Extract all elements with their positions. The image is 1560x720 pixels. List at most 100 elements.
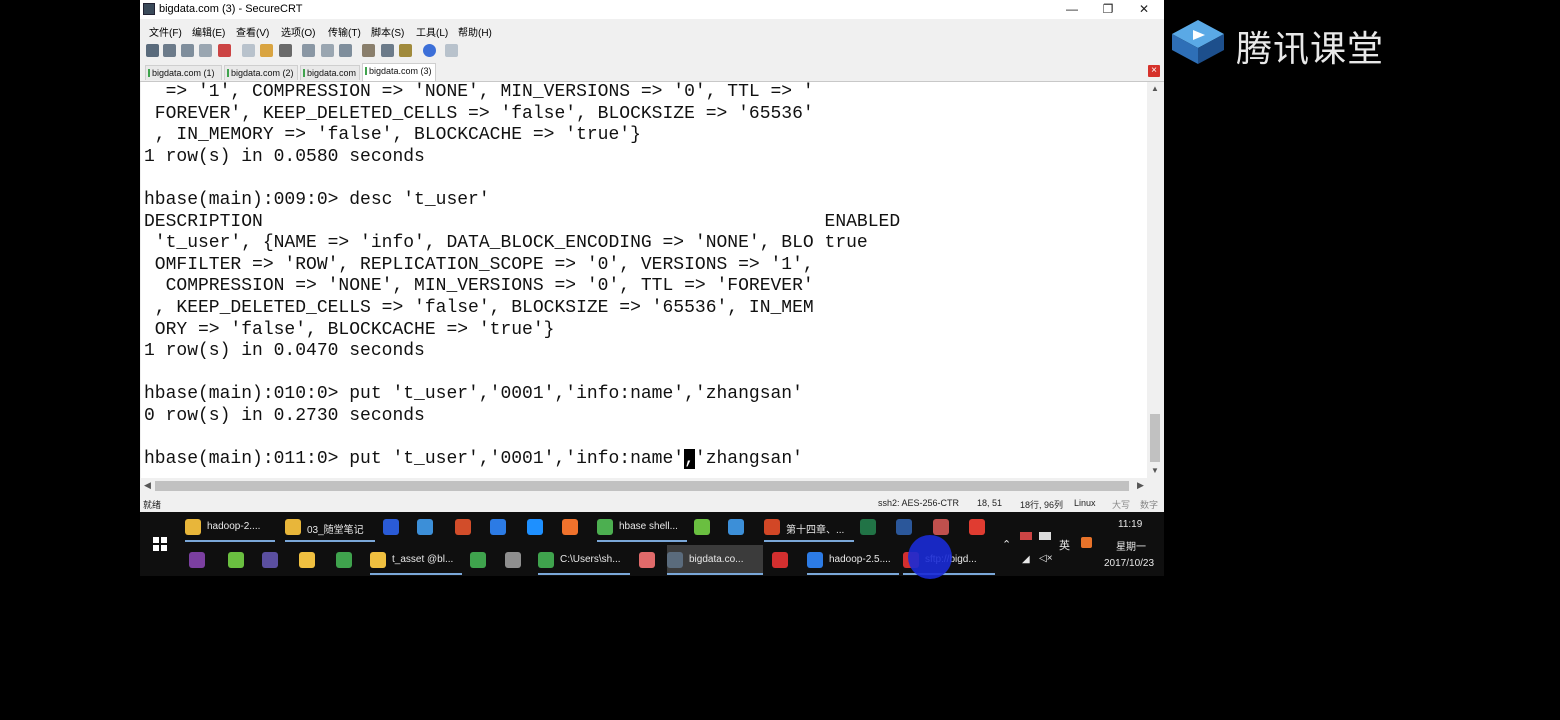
taskbar-item-folder[interactable]: 03_随堂笔记 <box>285 512 375 542</box>
taskbar-item-blue-app[interactable] <box>728 512 750 542</box>
horizontal-scrollbar[interactable]: ◀ ▶ <box>141 479 1148 493</box>
taskbar-item-network[interactable] <box>417 512 439 542</box>
taskbar-item-chrome[interactable]: hbase shell... <box>597 512 687 542</box>
taskbar-item-eclipse[interactable] <box>262 545 284 575</box>
taskbar-item-pycharm[interactable] <box>470 545 492 575</box>
taskbar-item-k[interactable] <box>490 512 512 542</box>
tab-bigdata-1[interactable]: bigdata.com (1) <box>145 65 222 80</box>
taskbar-item-navicat[interactable]: t_asset @bl... <box>370 545 462 575</box>
terminal-input-line[interactable]: hbase(main):011:0> put 't_user','0001','… <box>144 448 803 470</box>
taskbar-item-excel[interactable] <box>860 512 882 542</box>
close-tab-icon[interactable]: × <box>1148 65 1160 77</box>
terminal-line: 0 row(s) in 0.2730 seconds <box>144 406 425 426</box>
clock-weekday[interactable]: 星期一 <box>1116 538 1146 553</box>
clock-time[interactable]: 11:19 <box>1118 519 1142 530</box>
connect-icon[interactable] <box>146 44 159 57</box>
securecrt-window: bigdata.com (3) - SecureCRT — ❐ ✕ 文件(F) … <box>140 0 1164 512</box>
session-options-icon[interactable] <box>362 44 375 57</box>
terminal-line: 't_user', {NAME => 'info', DATA_BLOCK_EN… <box>144 233 868 254</box>
menu-help[interactable]: 帮助(H) <box>458 24 492 39</box>
minimize-button[interactable]: — <box>1054 0 1090 19</box>
tray-app-icon[interactable] <box>1020 532 1032 540</box>
taskbar-item-photo[interactable] <box>336 545 358 575</box>
tab-bigdata-3[interactable]: bigdata.com (3) <box>362 63 436 81</box>
taskbar-item-powerpoint[interactable]: 第十四章、... <box>764 512 854 542</box>
menu-transfer[interactable]: 传输(T) <box>328 24 361 39</box>
app-icon <box>383 519 399 535</box>
taskbar-item-green-app[interactable] <box>694 512 716 542</box>
taskbar-item-securecrt[interactable]: bigdata.co... <box>667 545 763 575</box>
taskbar-item-green-circle[interactable] <box>228 545 250 575</box>
print-selection-icon[interactable] <box>321 44 334 57</box>
blue-app-icon <box>728 519 744 535</box>
windows-start-icon[interactable] <box>153 537 167 551</box>
taskbar-item-label: t_asset @bl... <box>392 554 454 565</box>
connect-tab-icon[interactable] <box>181 44 194 57</box>
taskbar-item-virtualbox[interactable]: hadoop-2.5.... <box>807 545 899 575</box>
quick-connect-icon[interactable] <box>163 44 176 57</box>
taskbar-item-eraser[interactable] <box>639 545 661 575</box>
disconnect-icon[interactable] <box>218 44 231 57</box>
menu-view[interactable]: 查看(V) <box>236 24 269 39</box>
print-setup-icon[interactable] <box>302 44 315 57</box>
status-os: Linux <box>1074 498 1096 508</box>
clock-date[interactable]: 2017/10/23 <box>1104 558 1154 569</box>
copy-icon[interactable] <box>242 44 255 57</box>
taskbar-item-word[interactable] <box>896 512 918 542</box>
folder-icon <box>185 519 201 535</box>
wifi-icon[interactable]: ◢ <box>1022 554 1030 565</box>
terminal-line: hbase(main):010:0> put 't_user','0001','… <box>144 384 803 405</box>
title-bar[interactable]: bigdata.com (3) - SecureCRT — ❐ ✕ <box>140 0 1164 19</box>
securecrt-app-icon <box>143 3 155 15</box>
windows-taskbar: hadoop-2.... 03_随堂笔记 hbase shell... 第十四章、..… <box>140 512 1164 576</box>
sftp-icon[interactable] <box>445 44 458 57</box>
scroll-right-icon[interactable]: ▶ <box>1137 480 1144 491</box>
global-options-icon[interactable] <box>381 44 394 57</box>
photo-icon <box>336 552 352 568</box>
menu-script[interactable]: 脚本(S) <box>371 24 404 39</box>
horizontal-scroll-thumb[interactable] <box>155 481 1129 491</box>
terminal-output[interactable]: => '1', COMPRESSION => 'NONE', MIN_VERSI… <box>141 82 1147 478</box>
taskbar-item-rp[interactable] <box>189 545 211 575</box>
taskbar-item-firefox[interactable] <box>562 512 584 542</box>
taskbar-item-hand[interactable] <box>299 545 321 575</box>
menu-tools[interactable]: 工具(L) <box>416 24 448 39</box>
tab-bigdata-2[interactable]: bigdata.com (2) <box>224 65 298 80</box>
menu-edit[interactable]: 编辑(E) <box>192 24 225 39</box>
paste-icon[interactable] <box>260 44 273 57</box>
terminal-line: COMPRESSION => 'NONE', MIN_VERSIONS => '… <box>144 276 814 297</box>
menu-options[interactable]: 选项(O) <box>281 24 315 39</box>
taskbar-item-folder[interactable]: hadoop-2.... <box>185 512 275 542</box>
taskbar-item-jetbrains[interactable] <box>505 545 527 575</box>
vertical-scroll-thumb[interactable] <box>1150 414 1160 462</box>
close-button[interactable]: ✕ <box>1126 0 1162 19</box>
taskbar-item-ie[interactable] <box>527 512 549 542</box>
taskbar-item-filezilla[interactable] <box>772 545 794 575</box>
vertical-scrollbar[interactable]: ▲ ▼ <box>1148 82 1163 478</box>
taskbar-item-cmd[interactable]: C:\Users\sh... <box>538 545 630 575</box>
menu-file[interactable]: 文件(F) <box>149 24 182 39</box>
volume-mute-icon[interactable]: ◁× <box>1039 553 1053 564</box>
keymap-icon[interactable] <box>399 44 412 57</box>
ime-icon[interactable] <box>1081 537 1092 548</box>
input-language[interactable]: 英 <box>1059 537 1070 553</box>
tab-bigdata[interactable]: bigdata.com <box>300 65 360 80</box>
taskbar-item-app[interactable] <box>383 512 405 542</box>
taskbar-item-xmind[interactable] <box>969 512 991 542</box>
pycharm-icon <box>470 552 486 568</box>
scroll-up-icon[interactable]: ▲ <box>1151 84 1159 93</box>
tool-icon <box>933 519 949 535</box>
scroll-left-icon[interactable]: ◀ <box>144 480 151 491</box>
maximize-button[interactable]: ❐ <box>1090 0 1126 19</box>
print-icon[interactable] <box>339 44 352 57</box>
help-icon[interactable] <box>423 44 436 57</box>
terminal-line: DESCRIPTION ENABLED <box>144 211 901 232</box>
green-app-icon <box>694 519 710 535</box>
reconnect-icon[interactable] <box>199 44 212 57</box>
taskbar-item-java[interactable] <box>455 512 477 542</box>
scroll-down-icon[interactable]: ▼ <box>1151 466 1159 475</box>
taskbar-item-label: 03_随堂笔记 <box>307 525 364 536</box>
battery-icon[interactable] <box>1039 532 1051 540</box>
tray-expand-icon[interactable]: ⌃ <box>1002 538 1011 551</box>
find-icon[interactable] <box>279 44 292 57</box>
